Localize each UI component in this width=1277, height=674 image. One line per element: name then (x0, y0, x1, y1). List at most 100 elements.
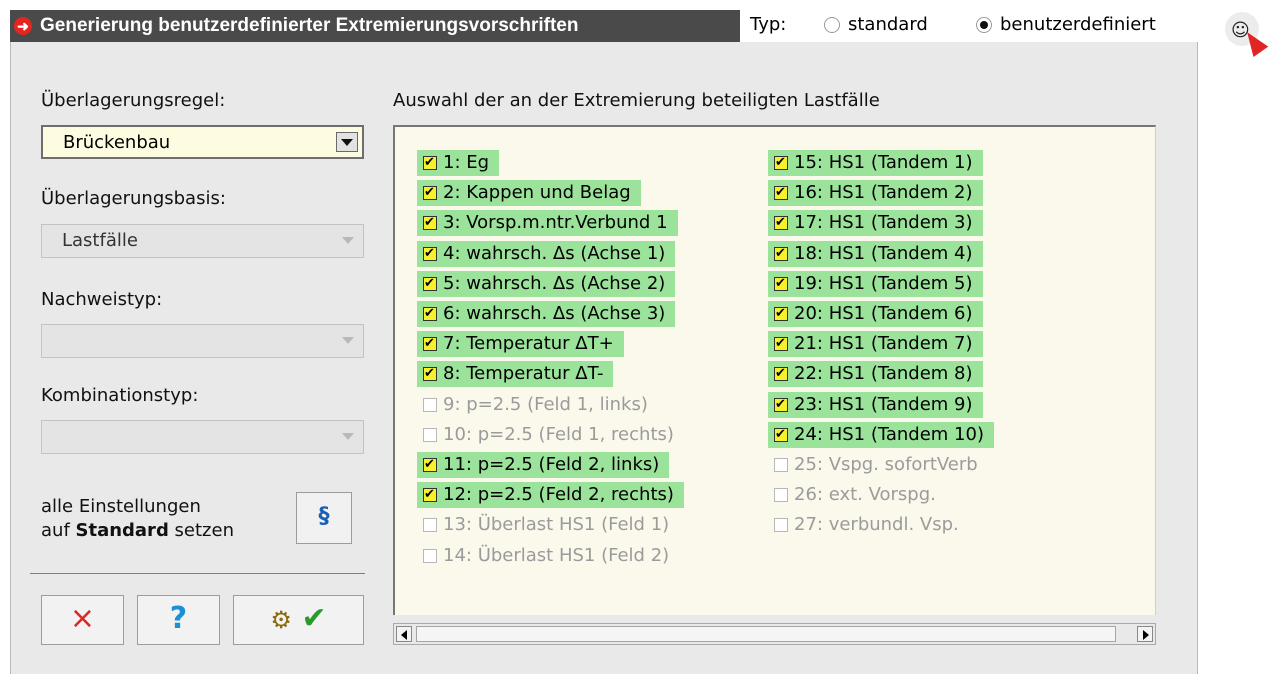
lastfall-label: 5: wahrsch. Δs (Achse 2) (417, 270, 676, 297)
lastfall-item[interactable]: 23: HS1 (Tandem 9) (768, 391, 983, 418)
checkbox-checked[interactable] (423, 181, 437, 205)
lastfall-item[interactable]: 11: p=2.5 (Feld 2, links) (417, 452, 670, 478)
lastfall-item[interactable]: 5: wahrsch. Δs (Achse 2) (417, 270, 676, 297)
checkbox-checked[interactable] (423, 332, 437, 356)
checkbox-unchecked[interactable] (423, 518, 437, 533)
checkbox-checked[interactable] (774, 181, 788, 205)
lastfall-item[interactable]: 1: Eg (417, 150, 500, 176)
horizontal-scrollbar[interactable] (393, 623, 1156, 645)
checkbox-checked[interactable] (774, 332, 788, 356)
nachweistyp-label: Nachweistyp: (41, 289, 163, 310)
reset-standard-button[interactable]: § (296, 492, 352, 544)
radio-benutzerdefiniert-label[interactable]: benutzerdefiniert (1000, 14, 1156, 35)
lastfaelle-listbox[interactable]: 1: Eg 2: Kappen und Belag 3: Vorsp.m.ntr.V… (393, 125, 1156, 615)
lastfall-item[interactable]: 16: HS1 (Tandem 2) (768, 180, 983, 207)
checkbox-checked[interactable] (774, 242, 788, 266)
lastfall-item[interactable]: 27: verbundl. Vsp. (768, 512, 969, 538)
lastfall-label: 13: Überlast HS1 (Feld 1) (443, 514, 670, 536)
checkbox-unchecked[interactable] (423, 548, 437, 563)
help-button[interactable]: ? (137, 595, 220, 645)
lastfall-label: 11: p=2.5 (Feld 2, links) (417, 452, 670, 478)
lastfall-label: 26: ext. Vorspg. (794, 484, 936, 506)
lastfall-item[interactable]: 20: HS1 (Tandem 6) (768, 301, 983, 327)
checkbox-unchecked[interactable] (423, 397, 437, 412)
lastfall-label: 21: HS1 (Tandem 7) (768, 331, 983, 358)
lastfall-label: 6: wahrsch. Δs (Achse 3) (417, 301, 676, 327)
lastfall-item[interactable]: 3: Vorsp.m.ntr.Verbund 1 (417, 210, 678, 237)
lastfall-item[interactable]: 12: p=2.5 (Feld 2, rechts) (417, 482, 684, 509)
checkbox-checked[interactable] (423, 483, 437, 507)
lastfall-item[interactable]: 22: HS1 (Tandem 8) (768, 361, 983, 388)
lastfall-item[interactable]: 26: ext. Vorspg. (768, 482, 946, 508)
scrollbar-thumb[interactable] (416, 626, 1116, 642)
lastfall-item[interactable]: 13: Überlast HS1 (Feld 1) (417, 512, 679, 538)
cancel-button[interactable]: × (41, 595, 124, 645)
lastfall-item[interactable]: 21: HS1 (Tandem 7) (768, 331, 983, 358)
chevron-down-icon (342, 337, 354, 344)
radio-benutzerdefiniert[interactable] (976, 17, 992, 33)
lastfall-item[interactable]: 17: HS1 (Tandem 3) (768, 210, 983, 237)
reset-hint-prefix: auf (41, 520, 76, 541)
radio-standard-label[interactable]: standard (848, 14, 928, 35)
lastfall-item[interactable]: 24: HS1 (Tandem 10) (768, 421, 994, 448)
checkbox-unchecked[interactable] (423, 427, 437, 442)
lastfall-item[interactable]: 25: Vspg. sofortVerb (768, 452, 988, 478)
lastfall-item[interactable]: 14: Überlast HS1 (Feld 2) (417, 543, 679, 569)
lastfall-label: 4: wahrsch. Δs (Achse 1) (417, 240, 676, 267)
lastfall-item[interactable]: 18: HS1 (Tandem 4) (768, 240, 983, 267)
ueberlagerungsregel-value: Brückenbau (63, 132, 171, 153)
checkbox-checked[interactable] (774, 211, 788, 235)
checkbox-checked[interactable] (423, 211, 437, 235)
checkbox-checked[interactable] (423, 151, 437, 175)
context-help-button[interactable]: ☺ (1225, 12, 1269, 57)
arrow-right-icon: ➜ (14, 17, 32, 35)
checkbox-checked[interactable] (774, 302, 788, 326)
ueberlagerungsregel-select[interactable]: Brückenbau (41, 125, 364, 159)
dropdown-button (337, 426, 359, 446)
lastfall-label: 19: HS1 (Tandem 5) (768, 270, 983, 297)
checkbox-checked[interactable] (774, 423, 788, 447)
lastfall-item[interactable]: 6: wahrsch. Δs (Achse 3) (417, 301, 676, 327)
checkbox-checked[interactable] (423, 272, 437, 296)
radio-standard[interactable] (822, 15, 842, 35)
ok-button[interactable]: ⚙ ✔ (233, 595, 364, 645)
checkbox-checked[interactable] (423, 362, 437, 386)
scroll-left-button[interactable] (396, 626, 412, 642)
ueberlagerungsbasis-value: Lastfälle (62, 230, 138, 251)
dropdown-button (337, 330, 359, 350)
lastfall-item[interactable]: 8: Temperatur ΔT- (417, 361, 614, 388)
scroll-right-button[interactable] (1137, 626, 1153, 642)
dropdown-button[interactable] (336, 132, 358, 152)
lastfall-item[interactable]: 2: Kappen und Belag (417, 180, 641, 207)
lastfall-label: 27: verbundl. Vsp. (794, 514, 959, 536)
chevron-down-icon (341, 139, 353, 146)
checkbox-checked[interactable] (423, 242, 437, 266)
ueberlagerungsbasis-label: Überlagerungsbasis: (41, 188, 226, 209)
lastfall-item[interactable]: 15: HS1 (Tandem 1) (768, 150, 983, 176)
lastfall-item[interactable]: 4: wahrsch. Δs (Achse 1) (417, 240, 676, 267)
checkbox-checked[interactable] (774, 272, 788, 296)
lastfall-label: 12: p=2.5 (Feld 2, rechts) (417, 482, 684, 509)
lastfall-label: 16: HS1 (Tandem 2) (768, 180, 983, 207)
kombinationstyp-label: Kombinationstyp: (41, 385, 199, 406)
lastfall-label: 17: HS1 (Tandem 3) (768, 210, 983, 237)
lastfall-label: 3: Vorsp.m.ntr.Verbund 1 (417, 210, 678, 237)
separator (30, 573, 365, 574)
lastfall-item[interactable]: 10: p=2.5 (Feld 1, rechts) (417, 422, 684, 448)
checkbox-checked[interactable] (774, 362, 788, 386)
checkbox-checked[interactable] (774, 151, 788, 175)
checkbox-checked[interactable] (423, 302, 437, 326)
checkbox-unchecked[interactable] (774, 488, 788, 503)
lastfall-item[interactable]: 9: p=2.5 (Feld 1, links) (417, 392, 658, 418)
checkbox-unchecked[interactable] (774, 518, 788, 533)
arrow-left-icon (401, 630, 407, 640)
lastfall-item[interactable]: 7: Temperatur ΔT+ (417, 331, 624, 358)
typ-label: Typ: (750, 14, 787, 35)
checkbox-unchecked[interactable] (774, 458, 788, 472)
lastfall-item[interactable]: 19: HS1 (Tandem 5) (768, 270, 983, 297)
checkbox-checked[interactable] (423, 453, 437, 477)
reset-hint-line2: auf Standard setzen (41, 519, 234, 543)
lastfall-label: 20: HS1 (Tandem 6) (768, 301, 983, 327)
chevron-down-icon (342, 237, 354, 244)
checkbox-checked[interactable] (774, 393, 788, 417)
